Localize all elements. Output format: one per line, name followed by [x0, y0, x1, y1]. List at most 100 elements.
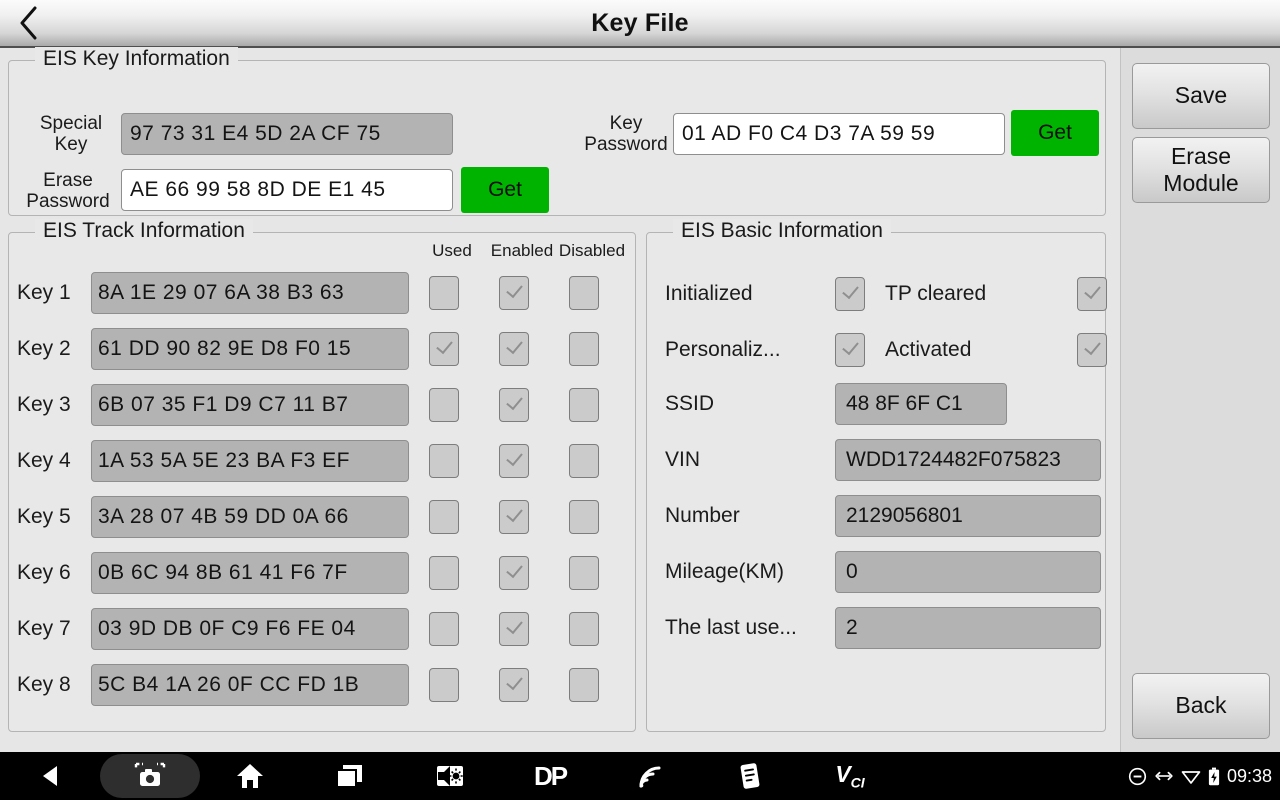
- track-key-label: Key 7: [9, 617, 91, 641]
- nav-recents-button[interactable]: [300, 752, 400, 800]
- key-password-get-button[interactable]: Get: [1011, 110, 1099, 156]
- used-cell: [409, 556, 479, 590]
- ssid-row: SSID 48 8F 6F C1: [665, 383, 1007, 425]
- personalized-label: Personaliz...: [665, 338, 835, 362]
- used-checkbox[interactable]: [429, 612, 459, 646]
- disabled-checkbox[interactable]: [569, 556, 599, 590]
- used-checkbox[interactable]: [429, 556, 459, 590]
- disabled-checkbox[interactable]: [569, 500, 599, 534]
- table-row: Key 261 DD 90 82 9E D8 F0 15: [9, 321, 635, 377]
- home-icon: [236, 763, 264, 790]
- disabled-cell: [549, 332, 619, 366]
- used-checkbox[interactable]: [429, 668, 459, 702]
- main-content: EIS Key Information Special Key 97 73 31…: [0, 48, 1120, 752]
- personalized-row: Personaliz... Activated: [665, 333, 1107, 367]
- disabled-checkbox[interactable]: [569, 612, 599, 646]
- number-row: Number 2129056801: [665, 495, 1101, 537]
- erase-password-input[interactable]: AE 66 99 58 8D DE E1 45: [121, 169, 453, 211]
- track-key-label: Key 4: [9, 449, 91, 473]
- dp-logo-icon: DP: [534, 761, 566, 792]
- used-checkbox[interactable]: [429, 500, 459, 534]
- erase-module-button[interactable]: Erase Module: [1132, 137, 1270, 203]
- used-checkbox[interactable]: [429, 276, 459, 310]
- enabled-checkbox[interactable]: [499, 388, 529, 422]
- disabled-cell: [549, 444, 619, 478]
- used-checkbox[interactable]: [429, 388, 459, 422]
- screenshot-camera-icon: [134, 762, 166, 790]
- nav-back-button[interactable]: [0, 752, 100, 800]
- used-cell: [409, 332, 479, 366]
- data-transfer-icon: [1154, 769, 1174, 783]
- used-cell: [409, 612, 479, 646]
- vin-row: VIN WDD1724482F075823: [665, 439, 1101, 481]
- nav-icon-group: DP: [0, 752, 900, 800]
- track-key-value: 1A 53 5A 5E 23 BA F3 EF: [91, 440, 409, 482]
- nav-wireless-button[interactable]: [600, 752, 700, 800]
- initialized-checkbox[interactable]: [835, 277, 865, 311]
- enabled-checkbox[interactable]: [499, 612, 529, 646]
- activated-checkbox[interactable]: [1077, 333, 1107, 367]
- disabled-checkbox[interactable]: [569, 276, 599, 310]
- used-checkbox[interactable]: [429, 332, 459, 366]
- enabled-cell: [479, 500, 549, 534]
- enabled-checkbox[interactable]: [499, 668, 529, 702]
- used-cell: [409, 444, 479, 478]
- initialized-label: Initialized: [665, 282, 835, 306]
- enabled-cell: [479, 388, 549, 422]
- table-row: Key 41A 53 5A 5E 23 BA F3 EF: [9, 433, 635, 489]
- special-key-label: Special Key: [25, 114, 117, 156]
- track-key-label: Key 8: [9, 673, 91, 697]
- page-title: Key File: [0, 9, 1280, 38]
- table-row: Key 85C B4 1A 26 0F CC FD 1B: [9, 657, 635, 713]
- mileage-field: 0: [835, 551, 1101, 593]
- track-key-label: Key 2: [9, 337, 91, 361]
- disabled-cell: [549, 668, 619, 702]
- nav-home-button[interactable]: [200, 752, 300, 800]
- enabled-cell: [479, 612, 549, 646]
- eis-basic-information-legend: EIS Basic Information: [673, 219, 891, 243]
- track-key-value: 3A 28 07 4B 59 DD 0A 66: [91, 496, 409, 538]
- key-password-input[interactable]: 01 AD F0 C4 D3 7A 59 59: [673, 113, 1005, 155]
- mileage-label: Mileage(KM): [665, 560, 835, 584]
- erase-password-get-button[interactable]: Get: [461, 167, 549, 213]
- key-password-label: Key Password: [577, 114, 675, 156]
- enabled-checkbox[interactable]: [499, 444, 529, 478]
- disabled-checkbox[interactable]: [569, 388, 599, 422]
- save-button[interactable]: Save: [1132, 63, 1270, 129]
- enabled-checkbox[interactable]: [499, 500, 529, 534]
- recents-icon: [336, 763, 364, 789]
- action-sidebar: Save Erase Module Back: [1120, 48, 1280, 752]
- disabled-checkbox[interactable]: [569, 668, 599, 702]
- nav-volume-brightness-button[interactable]: [400, 752, 500, 800]
- enabled-checkbox[interactable]: [499, 276, 529, 310]
- last-used-row: The last use... 2: [665, 607, 1101, 649]
- special-key-field: 97 73 31 E4 5D 2A CF 75: [121, 113, 453, 155]
- nav-vci-button[interactable]: VCI: [800, 752, 900, 800]
- mileage-row: Mileage(KM) 0: [665, 551, 1101, 593]
- used-checkbox[interactable]: [429, 444, 459, 478]
- personalized-checkbox[interactable]: [835, 333, 865, 367]
- column-header-disabled: Disabled: [557, 241, 627, 261]
- nav-screenshot-button[interactable]: [100, 754, 200, 798]
- disabled-checkbox[interactable]: [569, 444, 599, 478]
- enabled-checkbox[interactable]: [499, 556, 529, 590]
- status-tray: 09:38: [1128, 752, 1272, 800]
- erase-module-label-line1: Erase: [1163, 143, 1238, 170]
- back-button[interactable]: Back: [1132, 673, 1270, 739]
- enabled-checkbox[interactable]: [499, 332, 529, 366]
- disabled-cell: [549, 612, 619, 646]
- table-row: Key 60B 6C 94 8B 61 41 F6 7F: [9, 545, 635, 601]
- column-header-enabled: Enabled: [487, 241, 557, 261]
- nav-document-button[interactable]: [700, 752, 800, 800]
- eis-key-information-legend: EIS Key Information: [35, 47, 238, 71]
- track-row-list: Key 18A 1E 29 07 6A 38 B3 63Key 261 DD 9…: [9, 265, 635, 713]
- disabled-checkbox[interactable]: [569, 332, 599, 366]
- number-field: 2129056801: [835, 495, 1101, 537]
- vin-label: VIN: [665, 448, 835, 472]
- nav-dp-button[interactable]: DP: [500, 752, 600, 800]
- tp-cleared-checkbox[interactable]: [1077, 277, 1107, 311]
- app-screen: Key File EIS Key Information Special Key…: [0, 0, 1280, 800]
- table-row: Key 703 9D DB 0F C9 F6 FE 04: [9, 601, 635, 657]
- ssid-field: 48 8F 6F C1: [835, 383, 1007, 425]
- enabled-cell: [479, 332, 549, 366]
